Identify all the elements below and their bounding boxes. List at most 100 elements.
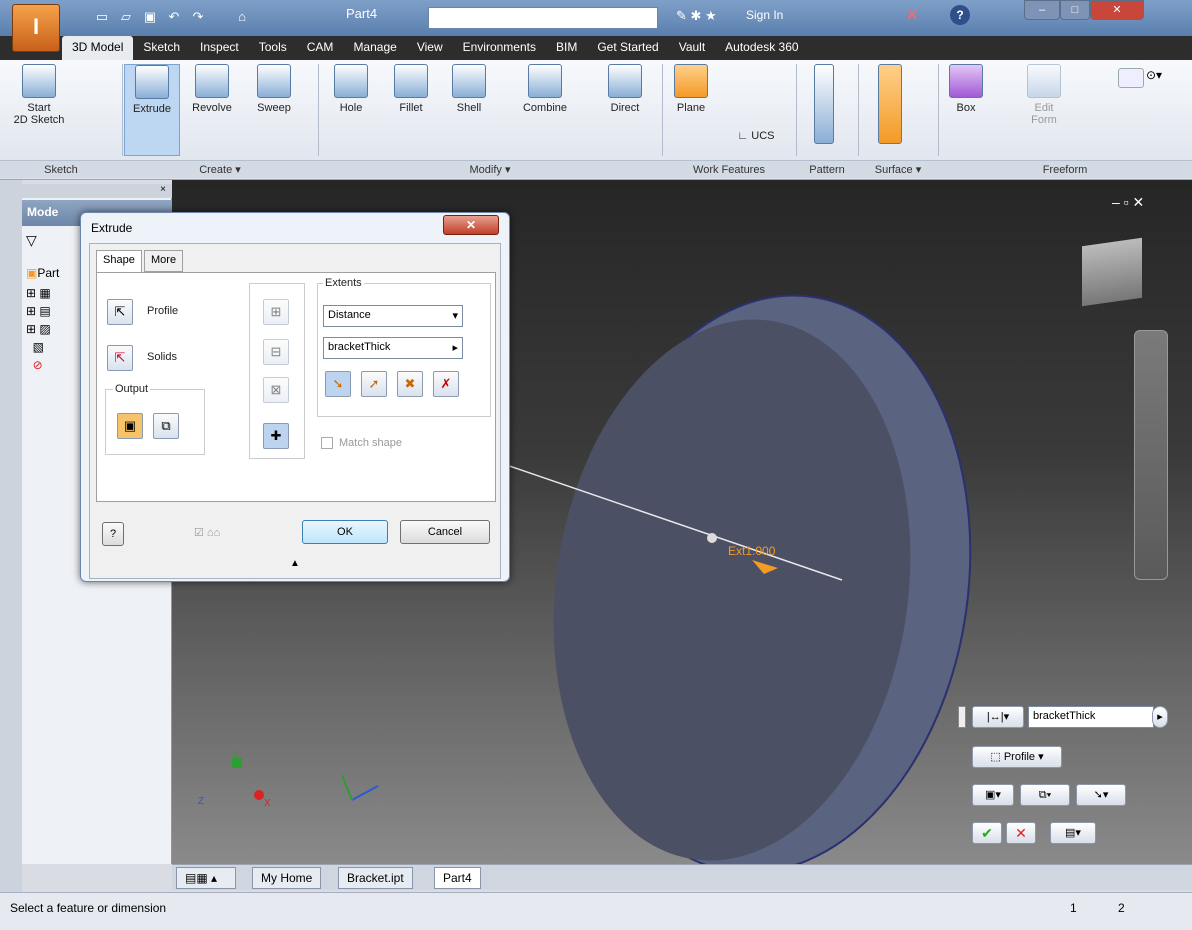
exchange-icon[interactable]: ✕ [906, 6, 919, 24]
panel-surface-label[interactable]: Surface ▾ [858, 160, 938, 178]
minimize-button[interactable]: – [1024, 0, 1060, 20]
tile-views-icon[interactable]: ▤▦ ▴ [176, 867, 236, 889]
cancel-button[interactable]: Cancel [400, 520, 490, 544]
save-icon[interactable]: ▣ [140, 8, 160, 26]
extrude-button[interactable]: Extrude [124, 64, 180, 156]
direction-default-icon[interactable]: ➘ [325, 371, 351, 397]
application-menu-button[interactable]: I [12, 4, 60, 52]
output-type-button[interactable]: ▣▾ [972, 784, 1014, 806]
tree-node[interactable]: ⊞ ▨ [26, 322, 59, 336]
doc-tab-part4[interactable]: Part4 [434, 867, 481, 889]
fillet-button[interactable]: Fillet [386, 64, 436, 114]
new-solid-icon[interactable]: ✚ [263, 423, 289, 449]
help-icon[interactable]: ? [950, 5, 970, 25]
boolean-button[interactable]: ⧉▾ [1020, 784, 1070, 806]
tab-more[interactable]: More [144, 250, 184, 272]
revolve-button[interactable]: Revolve [184, 64, 240, 114]
minitoolbar-menu-button[interactable]: ▤▾ [1050, 822, 1096, 844]
ucs-button[interactable]: ∟ UCS [726, 130, 786, 142]
tree-node-part[interactable]: ▣Part [26, 266, 59, 280]
direction-symmetric-icon[interactable]: ✖ [397, 371, 423, 397]
tab-environments[interactable]: Environments [453, 36, 546, 60]
edit-form-button[interactable]: Edit Form [1016, 64, 1072, 126]
plane-button[interactable]: Plane [668, 64, 714, 114]
dimension-value[interactable]: Ext1.000 [728, 544, 775, 558]
panel-sketch-label[interactable]: Sketch [0, 160, 122, 178]
distance-type-button[interactable]: |↔|▾ [972, 706, 1024, 728]
close-window-button[interactable]: ✕ [1090, 0, 1144, 20]
profile-select-icon[interactable]: ⇱ [107, 299, 133, 325]
combine-button[interactable]: Combine [510, 64, 580, 114]
home-icon[interactable]: ⌂ [232, 8, 252, 26]
tree-node[interactable]: ⊞ ▤ [26, 304, 59, 318]
open-icon[interactable]: ▱ [116, 8, 136, 26]
tree-node[interactable]: ▧ [26, 340, 59, 354]
direction-flipped-icon[interactable]: ➚ [361, 371, 387, 397]
panel-pattern-label[interactable]: Pattern [796, 160, 858, 178]
ribbon-options-icon[interactable]: ⊙▾ [1146, 68, 1176, 88]
undo-icon[interactable]: ↶ [164, 8, 184, 26]
browser-close-icon[interactable]: × [22, 184, 172, 198]
manipulator-dot[interactable] [707, 533, 717, 543]
minitoolbar-arrow-icon[interactable]: ▸ [1152, 706, 1168, 728]
doc-tab-bracket[interactable]: Bracket.ipt [338, 867, 413, 889]
panel-freeform-label[interactable]: Freeform [938, 160, 1192, 178]
sweep-button[interactable]: Sweep [246, 64, 302, 114]
shell-button[interactable]: Shell [444, 64, 494, 114]
filter-icon[interactable]: ▽ [26, 232, 37, 249]
minitoolbar-distance-input[interactable]: bracketThick [1028, 706, 1154, 728]
panel-work-features-label[interactable]: Work Features [662, 160, 796, 178]
end-of-part-icon[interactable]: ⊘ [26, 358, 59, 372]
tools-icon[interactable]: ✎ ✱ ★ [676, 8, 717, 24]
surface-button[interactable] [872, 64, 908, 148]
solids-select-icon[interactable]: ⇱ [107, 345, 133, 371]
match-shape-checkbox[interactable] [321, 437, 333, 449]
direction-asymmetric-icon[interactable]: ✗ [433, 371, 459, 397]
preview-toggle-icon[interactable]: ☑ ⌂⌂ [194, 526, 220, 539]
start-sketch-button[interactable]: Start 2D Sketch [4, 64, 74, 126]
new-icon[interactable]: ▭ [92, 8, 112, 26]
panel-modify-label[interactable]: Modify ▾ [318, 160, 662, 178]
navigation-bar[interactable] [1134, 330, 1168, 580]
pattern-button[interactable] [806, 64, 842, 148]
minitoolbar-grip-icon[interactable] [958, 706, 966, 728]
tab-shape[interactable]: Shape [96, 250, 142, 274]
box-button[interactable]: Box [944, 64, 988, 114]
tab-autodesk-360[interactable]: Autodesk 360 [715, 36, 808, 60]
sign-in-link[interactable]: Sign In [746, 8, 783, 22]
extent-type-select[interactable]: Distance ▾ [323, 305, 463, 327]
tab-cam[interactable]: CAM [297, 36, 344, 60]
help-button[interactable]: ? [102, 522, 124, 546]
tab-vault[interactable]: Vault [669, 36, 715, 60]
viewcube-icon[interactable] [1082, 237, 1142, 307]
output-solid-icon[interactable]: ▣ [117, 413, 143, 439]
cut-icon[interactable]: ⊟ [263, 339, 289, 365]
panel-create-label[interactable]: Create ▾ [122, 160, 318, 178]
ok-button[interactable]: OK [302, 520, 388, 544]
freeform-extra-icon[interactable] [1118, 68, 1144, 88]
search-input[interactable] [428, 7, 658, 29]
tab-get-started[interactable]: Get Started [587, 36, 668, 60]
tab-sketch[interactable]: Sketch [133, 36, 190, 60]
cancel-x-button[interactable]: ✕ [1006, 822, 1036, 844]
tab-view[interactable]: View [407, 36, 453, 60]
direction-button[interactable]: ➘▾ [1076, 784, 1126, 806]
tree-node[interactable]: ⊞ ▦ [26, 286, 59, 300]
tab-inspect[interactable]: Inspect [190, 36, 249, 60]
ok-check-button[interactable]: ✔ [972, 822, 1002, 844]
doc-tab-my-home[interactable]: My Home [252, 867, 322, 889]
output-surface-icon[interactable]: ⧉ [153, 413, 179, 439]
direct-button[interactable]: Direct [600, 64, 650, 114]
tab-3d-model[interactable]: 3D Model [62, 36, 134, 60]
tab-bim[interactable]: BIM [546, 36, 587, 60]
intersect-icon[interactable]: ⊠ [263, 377, 289, 403]
hole-button[interactable]: Hole [326, 64, 376, 114]
tab-manage[interactable]: Manage [343, 36, 406, 60]
maximize-button[interactable]: □ [1060, 0, 1090, 20]
tab-tools[interactable]: Tools [249, 36, 297, 60]
join-icon[interactable]: ⊞ [263, 299, 289, 325]
viewport-window-controls[interactable]: – ▫ ✕ [1112, 194, 1144, 211]
dialog-close-button[interactable]: ✕ [443, 215, 499, 235]
expand-dialog-icon[interactable]: ▲ [90, 558, 500, 578]
minitoolbar-profile-button[interactable]: ⬚ Profile ▾ [972, 746, 1062, 768]
